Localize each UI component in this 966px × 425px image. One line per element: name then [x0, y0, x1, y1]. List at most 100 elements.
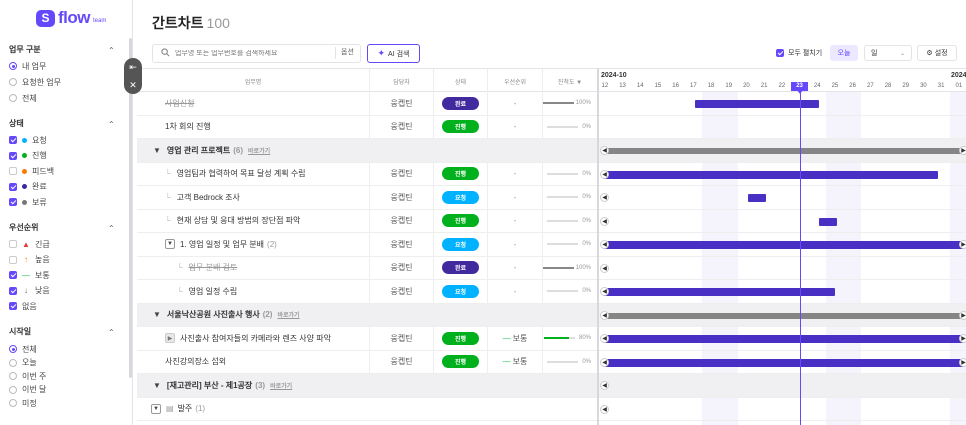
task-name-cell[interactable]: └ 영업 일정 수립 — [137, 280, 370, 303]
status-badge[interactable]: 요청 — [442, 284, 479, 298]
table-row[interactable]: 사진강의장소 섭외 웅켑틴 진행 — 보통 0% — [137, 350, 597, 374]
work-type-option[interactable]: 내 업무 — [9, 60, 46, 72]
group-name-cell[interactable]: ▼ 서울낙산공원 사진출사 행사 (2) 바로가기 — [137, 304, 597, 327]
close-icon[interactable]: ✕ — [129, 80, 137, 91]
progress-cell[interactable]: 0% — [543, 210, 597, 233]
today-button[interactable]: 오늘 — [830, 45, 858, 61]
task-name-cell[interactable]: ▼ 1. 영업 일정 및 업무 분배 (2) — [137, 233, 370, 256]
start-date-option[interactable]: 이번 주 — [9, 370, 46, 382]
chevron-right-icon[interactable]: ▶ — [959, 146, 966, 155]
priority-cell[interactable]: — 보통 — [488, 327, 543, 350]
col-owner[interactable]: 담당자 — [370, 69, 434, 93]
radio-icon[interactable] — [9, 358, 17, 367]
gantt-bar[interactable] — [603, 148, 965, 154]
day-label[interactable]: 22 — [773, 83, 791, 89]
chevron-left-icon[interactable]: ◀ — [600, 287, 609, 296]
day-label[interactable]: 14 — [631, 83, 649, 89]
radio-icon[interactable] — [9, 62, 17, 70]
owner-cell[interactable]: 웅켑틴 — [370, 162, 434, 185]
task-name-cell[interactable]: 사업신청 — [137, 92, 370, 115]
expand-all-checkbox[interactable]: 모두 펼치기 — [776, 48, 822, 58]
status-badge[interactable]: 진행 — [442, 355, 479, 369]
checkbox-icon[interactable] — [9, 302, 17, 310]
progress-cell[interactable]: 0% — [543, 233, 597, 256]
owner-cell[interactable]: 웅켑틴 — [370, 256, 434, 279]
checkbox-icon[interactable] — [9, 271, 17, 279]
priority-option[interactable]: ▲ 긴급 — [9, 238, 50, 250]
status-badge[interactable]: 진행 — [442, 120, 479, 134]
task-name-cell[interactable]: └ 영업팀과 협력하여 목표 달성 계획 수립 — [137, 162, 370, 185]
start-date-option[interactable]: 미정 — [9, 397, 37, 409]
chevron-up-icon[interactable]: ⌃ — [108, 328, 115, 337]
owner-cell[interactable]: 웅켑틴 — [370, 186, 434, 209]
table-row[interactable]: └ 고객 Bedrock 조사 웅켑틴 요청 - 0% — [137, 186, 597, 210]
status-badge[interactable]: 진행 — [442, 167, 479, 181]
table-row[interactable]: ▼ 서울낙산공원 사진출사 행사 (2) 바로가기 — [137, 303, 597, 327]
status-cell[interactable]: 완료 — [434, 256, 488, 279]
status-option[interactable]: 피드백 — [9, 165, 54, 177]
table-row[interactable]: └ 영업 일정 수립 웅켑틴 요청 - 0% — [137, 280, 597, 304]
radio-icon[interactable] — [9, 78, 17, 86]
day-label[interactable]: 24 — [808, 83, 826, 89]
progress-cell[interactable]: 0% — [543, 280, 597, 303]
chevron-left-icon[interactable]: ◀ — [600, 240, 609, 249]
chevron-left-icon[interactable]: ◀ — [600, 357, 609, 367]
checkbox-icon[interactable] — [9, 286, 17, 295]
day-label[interactable]: 25 — [826, 83, 844, 89]
caret-down-icon[interactable]: ▼ — [151, 403, 161, 414]
work-type-option[interactable]: 요청한 업무 — [9, 76, 61, 88]
gantt-bar[interactable] — [603, 335, 965, 343]
radio-icon[interactable] — [9, 345, 17, 353]
table-row[interactable]: ▼ [재고관리] 부산 - 제1공장 (3) 바로가기 — [137, 374, 597, 398]
radio-icon[interactable] — [9, 372, 17, 380]
status-cell[interactable]: 요청 — [434, 233, 488, 256]
status-badge[interactable]: 완료 — [442, 261, 479, 275]
start-date-option[interactable]: 전체 — [9, 343, 37, 355]
gantt-bar[interactable] — [603, 358, 965, 367]
day-label[interactable]: 18 — [702, 83, 720, 89]
progress-cell[interactable]: 80% — [543, 327, 597, 350]
owner-cell[interactable]: 웅켑틴 — [370, 209, 434, 232]
priority-cell[interactable]: - — [488, 115, 543, 138]
status-cell[interactable]: 진행 — [434, 209, 488, 232]
owner-cell[interactable]: 웅켑틴 — [370, 280, 434, 303]
table-row[interactable]: ▼ 1. 영업 일정 및 업무 분배 (2) 웅켑틴 요청 - 0% — [137, 233, 597, 257]
priority-option[interactable]: ↑ 높음 — [9, 254, 50, 266]
day-label[interactable]: 21 — [755, 83, 773, 89]
status-cell[interactable]: 요청 — [434, 280, 488, 303]
checkbox-icon[interactable] — [9, 182, 17, 191]
chevron-up-icon[interactable]: ⌃ — [108, 224, 115, 233]
table-row[interactable]: 사업신청 웅켑틴 완료 - 100% — [137, 92, 597, 116]
filter-section-title[interactable]: 시작일 — [9, 326, 31, 337]
priority-cell[interactable]: - — [488, 186, 543, 209]
caret-right-icon[interactable]: ▶ — [165, 333, 175, 344]
caret-down-icon[interactable]: ▼ — [153, 310, 161, 319]
collapse-left-icon[interactable]: ⇤ — [129, 62, 137, 73]
priority-cell[interactable]: - — [488, 162, 543, 185]
owner-cell[interactable]: 웅켑틴 — [370, 350, 434, 373]
status-option[interactable]: 진행 — [9, 150, 47, 162]
progress-cell[interactable]: 0% — [543, 163, 597, 186]
flow-logo[interactable]: S flow team — [36, 8, 106, 28]
gantt-bar[interactable] — [748, 194, 766, 202]
day-label[interactable]: 13 — [614, 83, 632, 89]
checkbox-icon[interactable] — [9, 255, 17, 264]
table-row[interactable]: └ 업무 분배 검토 웅켑틴 완료 - 100% — [137, 256, 597, 280]
settings-button[interactable]: ⚙ 설정 — [917, 45, 957, 61]
status-cell[interactable]: 완료 — [434, 92, 488, 115]
goto-link[interactable]: 바로가기 — [270, 381, 292, 390]
col-name[interactable]: 업무명 — [137, 69, 370, 93]
day-label[interactable]: 19 — [720, 83, 738, 89]
chevron-up-icon[interactable]: ⌃ — [108, 120, 115, 129]
checkbox-icon[interactable] — [9, 240, 17, 248]
priority-option[interactable]: ↓ 낮음 — [9, 285, 50, 297]
start-date-option[interactable]: 오늘 — [9, 357, 37, 369]
table-row[interactable]: ▶ 사진출사 참여자들의 카메라와 렌즈 사양 파악 웅켑틴 진행 — 보통 80% — [137, 327, 597, 351]
status-cell[interactable]: 진행 — [434, 327, 488, 350]
ai-search-button[interactable]: ✦ AI 검색 — [367, 44, 420, 63]
status-cell[interactable]: 진행 — [434, 350, 488, 373]
day-label[interactable]: 26 — [844, 83, 862, 89]
gantt-bar[interactable] — [603, 241, 965, 249]
task-name-cell[interactable]: 사진강의장소 섭외 — [137, 350, 370, 373]
search-input[interactable] — [175, 50, 325, 57]
